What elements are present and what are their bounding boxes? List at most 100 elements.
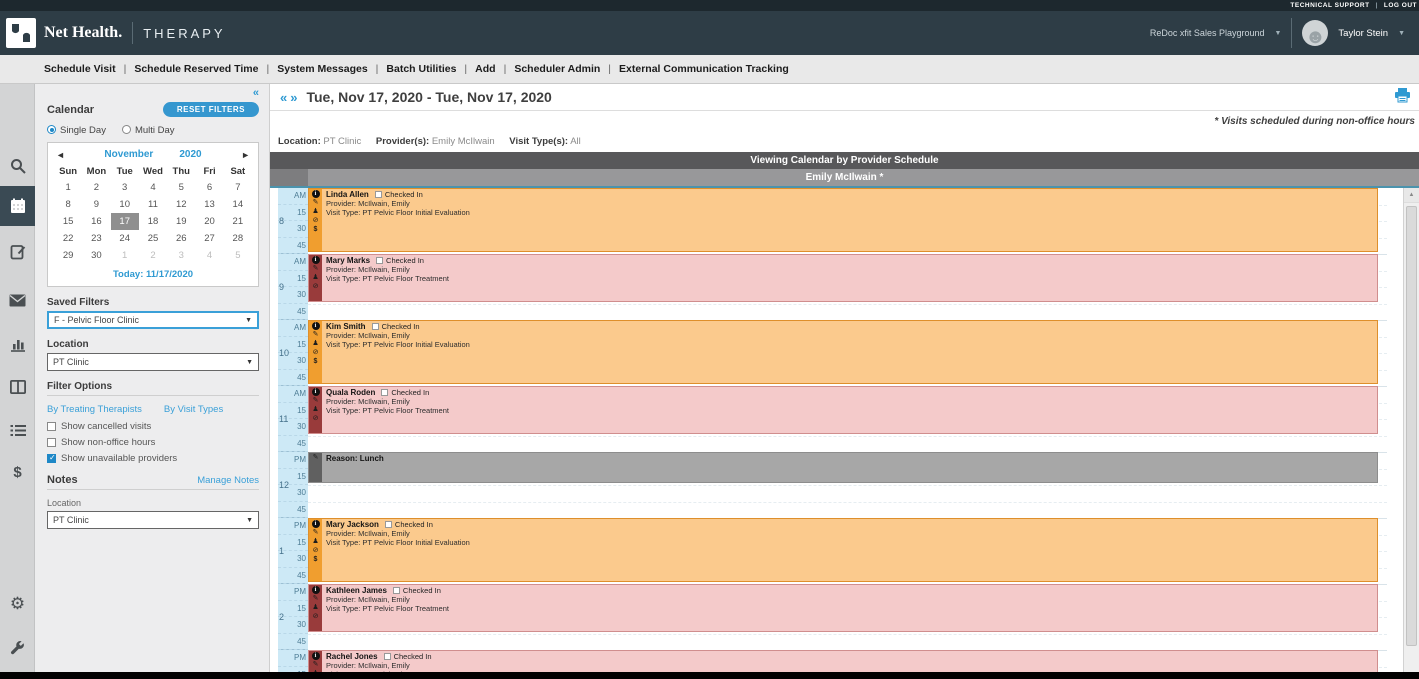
- menu-item-schedule-visit[interactable]: Schedule Visit: [36, 63, 124, 75]
- calendar-day[interactable]: 21: [224, 213, 252, 230]
- edit-icon[interactable]: ✎: [313, 199, 319, 207]
- manage-notes-link[interactable]: Manage Notes: [197, 475, 259, 486]
- patient-name[interactable]: Mary Jackson: [326, 520, 379, 529]
- checked-in-checkbox[interactable]: [384, 653, 391, 660]
- chart-icon[interactable]: [0, 324, 35, 364]
- location-select[interactable]: PT Clinic▼: [47, 353, 259, 371]
- edit-icon[interactable]: ✎: [313, 331, 319, 339]
- next-day-icon[interactable]: »: [290, 90, 297, 105]
- by-visit-types-link[interactable]: By Visit Types: [164, 404, 223, 415]
- person-icon[interactable]: ♟: [312, 406, 318, 414]
- edit-icon[interactable]: ✎: [313, 265, 319, 273]
- today-link[interactable]: Today: 11/17/2020: [54, 264, 252, 280]
- info-icon[interactable]: i: [312, 322, 320, 330]
- calendar-day[interactable]: 26: [167, 230, 195, 247]
- environment-selector[interactable]: ReDoc xfit Sales Playground: [1150, 28, 1265, 38]
- appointment-block[interactable]: i✎♟⊘$Kim SmithChecked InProvider: McIlwa…: [308, 320, 1378, 384]
- recur-icon[interactable]: ⊘: [313, 613, 319, 621]
- calendar-day[interactable]: 23: [82, 230, 110, 247]
- appointment-block[interactable]: i✎♟⊘$Mary JacksonChecked InProvider: McI…: [308, 518, 1378, 582]
- by-treating-therapists-link[interactable]: By Treating Therapists: [47, 404, 142, 415]
- appointment-block[interactable]: i✎♟⊘Rachel JonesChecked InProvider: McIl…: [308, 650, 1378, 672]
- scroll-up-icon[interactable]: ▲: [1404, 188, 1419, 203]
- calendar-day[interactable]: 2: [82, 179, 110, 196]
- calendar-day[interactable]: 29: [54, 247, 82, 264]
- menu-item-system-messages[interactable]: System Messages: [269, 63, 375, 75]
- checkbox-show-non-office-hours[interactable]: Show non-office hours: [47, 437, 259, 448]
- clipboard-icon[interactable]: [0, 232, 35, 272]
- vertical-scrollbar[interactable]: ▲: [1403, 188, 1419, 672]
- patient-name[interactable]: Kathleen James: [326, 586, 387, 595]
- checked-in-checkbox[interactable]: [393, 587, 400, 594]
- calendar-day[interactable]: 7: [224, 179, 252, 196]
- appointment-block[interactable]: i✎♟⊘$Linda AllenChecked InProvider: McIl…: [308, 188, 1378, 252]
- calendar-day[interactable]: 4: [195, 247, 223, 264]
- calendar-day[interactable]: 13: [195, 196, 223, 213]
- checked-in-checkbox[interactable]: [381, 389, 388, 396]
- prev-day-icon[interactable]: «: [280, 90, 287, 105]
- dollar-icon[interactable]: $: [314, 358, 318, 366]
- time-slot-label[interactable]: 45: [278, 568, 308, 585]
- person-icon[interactable]: ♟: [312, 670, 318, 672]
- dollar-icon[interactable]: $: [314, 556, 318, 564]
- collapse-sidebar-icon[interactable]: «: [47, 88, 259, 100]
- calendar-day[interactable]: 1: [111, 247, 139, 264]
- time-slot-label[interactable]: PM: [278, 584, 308, 601]
- recur-icon[interactable]: ⊘: [313, 283, 319, 291]
- appointment-block[interactable]: i✎♟⊘Kathleen JamesChecked InProvider: Mc…: [308, 584, 1378, 632]
- reserved-time-block[interactable]: ✎Reason: Lunch: [308, 452, 1378, 483]
- saved-filters-select[interactable]: F - Pelvic Floor Clinic▼: [47, 311, 259, 329]
- search-icon[interactable]: [0, 146, 35, 186]
- prev-month-icon[interactable]: ◄: [56, 150, 65, 160]
- calendar-day[interactable]: 30: [82, 247, 110, 264]
- checked-in-checkbox[interactable]: [375, 191, 382, 198]
- appointment-block[interactable]: i✎♟⊘Mary MarksChecked InProvider: McIlwa…: [308, 254, 1378, 302]
- edit-icon[interactable]: ✎: [313, 529, 319, 537]
- calendar-day[interactable]: 3: [111, 179, 139, 196]
- calendar-day[interactable]: 4: [139, 179, 167, 196]
- info-icon[interactable]: i: [312, 586, 320, 594]
- calendar-day[interactable]: 24: [111, 230, 139, 247]
- year-label[interactable]: 2020: [179, 149, 201, 160]
- patient-name[interactable]: Mary Marks: [326, 256, 370, 265]
- time-slot-label[interactable]: 45: [278, 502, 308, 519]
- technical-support-link[interactable]: TECHNICAL SUPPORT: [1290, 2, 1369, 9]
- person-icon[interactable]: ♟: [312, 538, 318, 546]
- scrollbar-thumb[interactable]: [1406, 206, 1417, 646]
- menu-item-external-communication-tracking[interactable]: External Communication Tracking: [611, 63, 797, 75]
- time-slot-label[interactable]: AM: [278, 386, 308, 403]
- print-icon[interactable]: [1394, 88, 1411, 108]
- time-slot-label[interactable]: 45: [278, 634, 308, 651]
- checked-in-checkbox[interactable]: [385, 521, 392, 528]
- calendar-day[interactable]: 28: [224, 230, 252, 247]
- time-slot-label[interactable]: 45: [278, 436, 308, 453]
- patient-name[interactable]: Rachel Jones: [326, 652, 378, 661]
- envelope-icon[interactable]: [0, 280, 35, 320]
- calendar-day[interactable]: 22: [54, 230, 82, 247]
- checked-in-checkbox[interactable]: [376, 257, 383, 264]
- patient-name[interactable]: Kim Smith: [326, 322, 366, 331]
- menu-item-schedule-reserved-time[interactable]: Schedule Reserved Time: [126, 63, 266, 75]
- calendar-day[interactable]: 11: [139, 196, 167, 213]
- calendar-day[interactable]: 5: [167, 179, 195, 196]
- reset-filters-button[interactable]: RESET FILTERS: [163, 102, 259, 117]
- checkbox-show-unavailable-providers[interactable]: Show unavailable providers: [47, 453, 259, 464]
- recur-icon[interactable]: ⊘: [313, 415, 319, 423]
- calendar-day[interactable]: 18: [139, 213, 167, 230]
- calendar-day[interactable]: 20: [195, 213, 223, 230]
- time-slot-label[interactable]: AM: [278, 254, 308, 271]
- calendar-day[interactable]: 2: [139, 247, 167, 264]
- time-slot-label[interactable]: PM: [278, 518, 308, 535]
- info-icon[interactable]: i: [312, 520, 320, 528]
- info-icon[interactable]: i: [312, 256, 320, 264]
- dollar-icon[interactable]: $: [0, 452, 35, 492]
- notes-location-select[interactable]: PT Clinic▼: [47, 511, 259, 529]
- calendar-day[interactable]: 9: [82, 196, 110, 213]
- patient-name[interactable]: Quala Roden: [326, 388, 375, 397]
- person-icon[interactable]: ♟: [312, 604, 318, 612]
- calendar-day[interactable]: 15: [54, 213, 82, 230]
- calendar-day[interactable]: 8: [54, 196, 82, 213]
- multi-day-radio[interactable]: Multi Day: [122, 125, 175, 136]
- time-slot-label[interactable]: 45: [278, 370, 308, 387]
- edit-icon[interactable]: ✎: [313, 661, 319, 669]
